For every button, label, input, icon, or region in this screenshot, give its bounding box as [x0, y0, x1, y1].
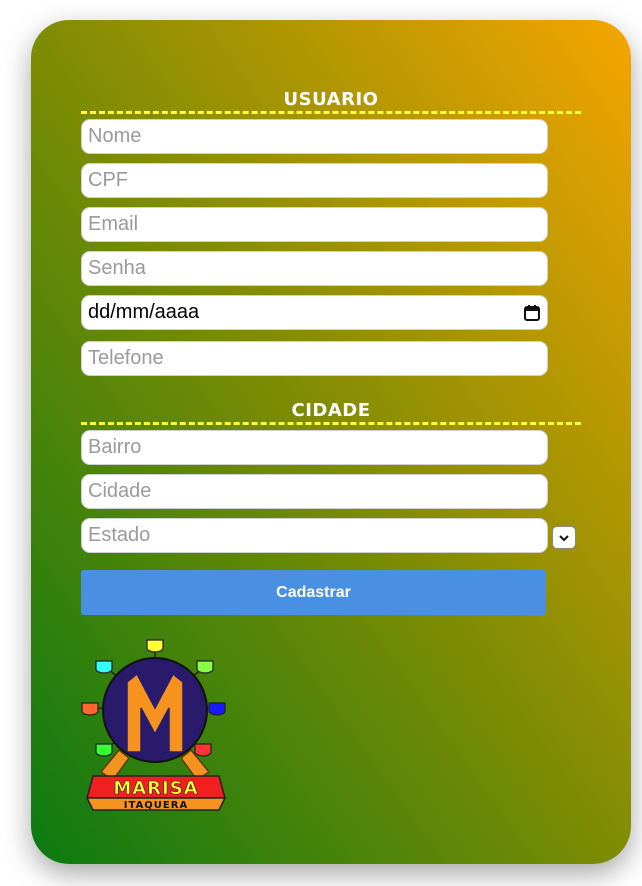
email-field[interactable]: Email: [81, 207, 548, 242]
chevron-down-icon: [559, 534, 569, 541]
cidade-field[interactable]: Cidade: [81, 474, 548, 509]
date-value: dd/mm/aaaa: [88, 301, 200, 323]
nome-field[interactable]: Nome: [81, 119, 548, 154]
form-card: USUARIO Nome CPF Email Senha dd/mm/aaaa …: [31, 20, 631, 864]
estado-dropdown-button[interactable]: [552, 526, 576, 549]
section-title-cidade: CIDADE: [81, 400, 581, 425]
cadastrar-button[interactable]: Cadastrar: [81, 570, 546, 615]
telefone-field[interactable]: Telefone: [81, 341, 548, 376]
section-title-usuario: USUARIO: [81, 89, 581, 114]
bairro-field[interactable]: Bairro: [81, 430, 548, 465]
cpf-field[interactable]: CPF: [81, 163, 548, 198]
estado-field[interactable]: Estado: [81, 518, 548, 553]
date-field[interactable]: dd/mm/aaaa: [81, 295, 548, 330]
senha-field[interactable]: Senha: [81, 251, 548, 286]
calendar-icon[interactable]: [523, 304, 541, 322]
ferris-wheel-logo: MARISA ITAQUERA: [81, 639, 227, 811]
svg-text:MARISA: MARISA: [113, 778, 198, 799]
svg-text:ITAQUERA: ITAQUERA: [124, 800, 188, 811]
